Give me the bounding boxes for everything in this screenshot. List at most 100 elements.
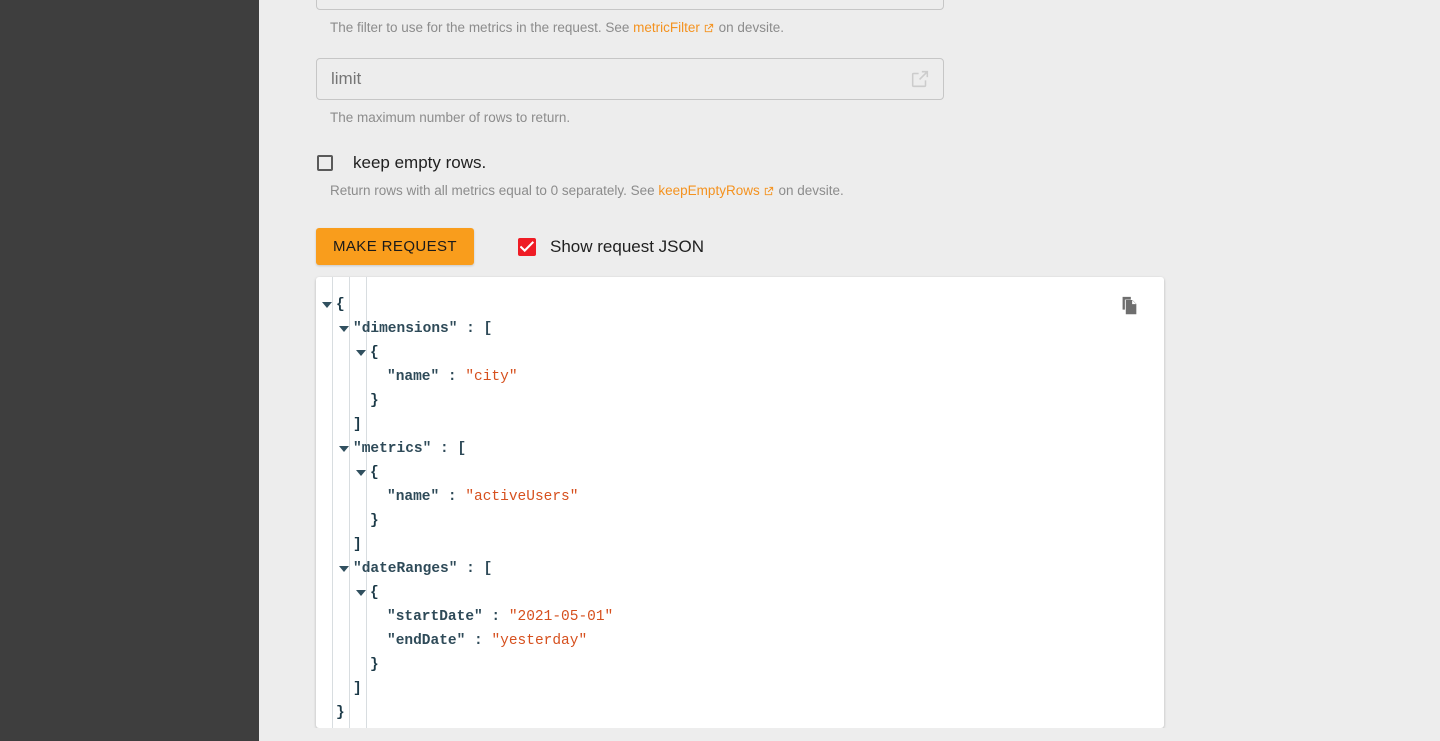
external-link-icon[interactable] bbox=[763, 184, 774, 202]
keep-empty-rows-doc-link[interactable]: keepEmptyRows bbox=[658, 183, 759, 198]
limit-field-wrapper bbox=[316, 58, 944, 100]
json-line-text: "dateRanges" : [ bbox=[353, 557, 492, 581]
json-line: "metrics" : [ bbox=[332, 437, 1164, 461]
json-line: "dimensions" : [ bbox=[332, 317, 1164, 341]
json-line-text: "endDate" : "yesterday" bbox=[387, 629, 587, 653]
json-line-text: "name" : "city" bbox=[387, 365, 518, 389]
collapse-caret-icon[interactable] bbox=[322, 302, 332, 308]
json-line: "name" : "activeUsers" bbox=[332, 485, 1164, 509]
json-line-text: "metrics" : [ bbox=[353, 437, 466, 461]
json-line-text: "name" : "activeUsers" bbox=[387, 485, 578, 509]
json-value: "activeUsers" bbox=[465, 489, 579, 505]
json-bracket: } bbox=[336, 705, 345, 721]
json-line-text: { bbox=[370, 581, 379, 605]
keep-empty-rows-checkbox[interactable] bbox=[317, 155, 333, 171]
action-row: MAKE REQUEST Show request JSON bbox=[316, 228, 944, 265]
json-tree: { "dimensions" : [ { "name" : "city"}] "metr… bbox=[316, 277, 1164, 728]
show-request-json-row[interactable]: Show request JSON bbox=[518, 237, 704, 257]
metric-filter-doc-link[interactable]: metricFilter bbox=[633, 20, 700, 35]
json-key: "metrics" bbox=[353, 441, 432, 457]
json-bracket: ] bbox=[353, 537, 362, 553]
json-punctuation: : [ bbox=[457, 321, 493, 337]
collapse-caret-icon[interactable] bbox=[339, 446, 349, 452]
json-line-text: } bbox=[370, 509, 379, 533]
json-bracket: } bbox=[370, 393, 379, 409]
json-key: "dateRanges" bbox=[353, 561, 458, 577]
request-json-panel: { "dimensions" : [ { "name" : "city"}] "metr… bbox=[316, 277, 1164, 728]
json-line-text: } bbox=[336, 701, 345, 725]
json-line-text: ] bbox=[353, 533, 362, 557]
json-punctuation: : [ bbox=[457, 561, 493, 577]
json-line: "startDate" : "2021-05-01" bbox=[332, 605, 1164, 629]
json-punctuation: : bbox=[439, 369, 466, 385]
collapse-caret-icon[interactable] bbox=[339, 566, 349, 572]
limit-input[interactable] bbox=[316, 58, 944, 100]
metric-filter-helper-prefix: The filter to use for the metrics in the… bbox=[330, 20, 634, 35]
json-line-text: { bbox=[336, 293, 345, 317]
json-value: "city" bbox=[465, 369, 518, 385]
metric-filter-input[interactable] bbox=[316, 0, 944, 10]
json-bracket: } bbox=[370, 513, 379, 529]
json-bracket: ] bbox=[353, 681, 362, 697]
keep-empty-rows-helper-prefix: Return rows with all metrics equal to 0 … bbox=[330, 183, 659, 198]
json-bracket: { bbox=[370, 345, 379, 361]
collapse-caret-icon[interactable] bbox=[356, 350, 366, 356]
json-line: { bbox=[332, 461, 1164, 485]
page-bottom-strip bbox=[259, 728, 1440, 741]
json-bracket: } bbox=[370, 657, 379, 673]
keep-empty-rows-label: keep empty rows. bbox=[353, 153, 487, 172]
limit-helper: The maximum number of rows to return. bbox=[330, 110, 571, 125]
json-line-text: { bbox=[370, 461, 379, 485]
json-line-text: "dimensions" : [ bbox=[353, 317, 492, 341]
json-line: { bbox=[332, 341, 1164, 365]
keep-empty-rows-helper: Return rows with all metrics equal to 0 … bbox=[316, 182, 944, 202]
json-punctuation: : [ bbox=[431, 441, 467, 457]
external-link-icon[interactable] bbox=[703, 21, 714, 39]
json-line-text: } bbox=[370, 653, 379, 677]
keep-empty-rows-helper-suffix: on devsite. bbox=[774, 183, 844, 198]
metric-filter-helper: The filter to use for the metrics in the… bbox=[316, 19, 944, 39]
left-sidebar bbox=[0, 0, 259, 741]
json-punctuation: : bbox=[465, 633, 492, 649]
json-line-text: "startDate" : "2021-05-01" bbox=[387, 605, 613, 629]
collapse-caret-icon[interactable] bbox=[356, 470, 366, 476]
json-line: } bbox=[332, 389, 1164, 413]
open-in-new-icon[interactable] bbox=[909, 68, 931, 90]
metric-filter-helper-suffix: on devsite. bbox=[714, 20, 784, 35]
json-key: "endDate" bbox=[387, 633, 466, 649]
json-line: "endDate" : "yesterday" bbox=[332, 629, 1164, 653]
json-bracket: ] bbox=[353, 417, 362, 433]
keep-empty-rows-row[interactable]: keep empty rows. bbox=[316, 153, 944, 173]
json-value: "2021-05-01" bbox=[508, 609, 614, 625]
json-line-text: { bbox=[370, 341, 379, 365]
json-line-text: ] bbox=[353, 413, 362, 437]
json-line-text: } bbox=[370, 389, 379, 413]
show-request-json-checkbox[interactable] bbox=[518, 237, 536, 256]
json-line: ] bbox=[332, 533, 1164, 557]
json-line: "name" : "city" bbox=[332, 365, 1164, 389]
json-key: "name" bbox=[387, 369, 440, 385]
json-value: "yesterday" bbox=[491, 633, 588, 649]
json-punctuation: : bbox=[439, 489, 466, 505]
json-bracket: { bbox=[336, 297, 345, 313]
show-request-json-label: Show request JSON bbox=[550, 236, 705, 256]
json-line: ] bbox=[332, 677, 1164, 701]
collapse-caret-icon[interactable] bbox=[356, 590, 366, 596]
json-bracket: { bbox=[370, 465, 379, 481]
app-screen: The filter to use for the metrics in the… bbox=[0, 0, 1440, 741]
json-line: } bbox=[332, 701, 1164, 725]
check-icon bbox=[520, 240, 534, 252]
json-line: "dateRanges" : [ bbox=[332, 557, 1164, 581]
make-request-button[interactable]: MAKE REQUEST bbox=[316, 228, 474, 265]
main-content: The filter to use for the metrics in the… bbox=[259, 0, 1440, 741]
json-key: "dimensions" bbox=[353, 321, 458, 337]
json-line: ] bbox=[332, 413, 1164, 437]
collapse-caret-icon[interactable] bbox=[339, 326, 349, 332]
json-line: } bbox=[332, 509, 1164, 533]
json-punctuation: : bbox=[482, 609, 509, 625]
json-line-text: ] bbox=[353, 677, 362, 701]
json-key: "startDate" bbox=[387, 609, 483, 625]
json-line: } bbox=[332, 653, 1164, 677]
request-form: The filter to use for the metrics in the… bbox=[316, 0, 944, 265]
json-line: { bbox=[332, 581, 1164, 605]
